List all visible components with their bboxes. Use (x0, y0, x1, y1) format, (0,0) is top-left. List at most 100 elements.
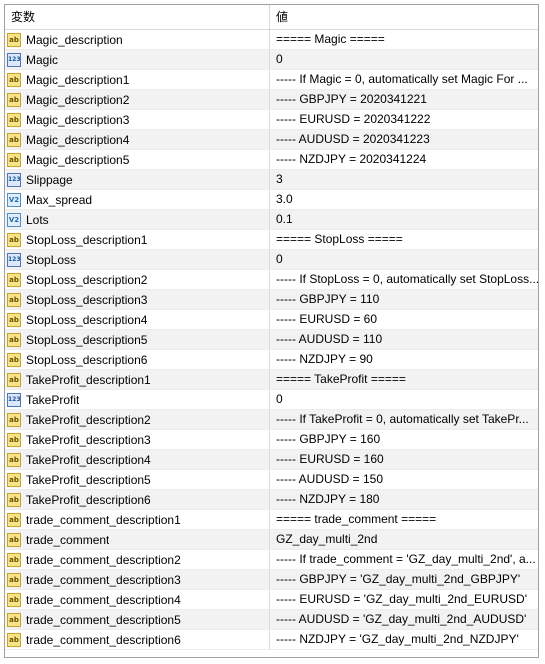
value-cell[interactable]: ----- AUDUSD = 150 (270, 470, 538, 489)
variable-cell: ab trade_comment (5, 530, 270, 549)
table-row[interactable]: ab StopLoss_description5 ----- AUDUSD = 11… (5, 330, 538, 350)
variable-cell: 123 Slippage (5, 170, 270, 189)
table-row[interactable]: ab TakeProfit_description3 ----- GBPJPY = … (5, 430, 538, 450)
variable-cell: ab trade_comment_description4 (5, 590, 270, 609)
value-cell[interactable]: ----- NZDJPY = 'GZ_day_multi_2nd_NZDJPY' (270, 630, 538, 649)
table-row[interactable]: ab StopLoss_description1 ===== StopLoss =… (5, 230, 538, 250)
table-row[interactable]: ab TakeProfit_description5 ----- AUDUSD = … (5, 470, 538, 490)
column-header-variable[interactable]: 変数 (5, 5, 270, 29)
value-cell[interactable]: 0 (270, 390, 538, 409)
value-cell[interactable]: ----- EURUSD = 2020341222 (270, 110, 538, 129)
value-cell[interactable]: ----- If Magic = 0, automatically set Ma… (270, 70, 538, 89)
value-cell[interactable]: ----- If StopLoss = 0, automatically set… (270, 270, 538, 289)
table-row[interactable]: ab trade_comment_description3 ----- GBPJPY… (5, 570, 538, 590)
string-icon: ab (7, 492, 21, 507)
variable-name: Magic (26, 52, 59, 67)
value-cell[interactable]: ----- GBPJPY = 'GZ_day_multi_2nd_GBPJPY' (270, 570, 538, 589)
variable-cell: ab StopLoss_description4 (5, 310, 270, 329)
table-row[interactable]: ab TakeProfit_description6 ----- NZDJPY = … (5, 490, 538, 510)
table-body: ab Magic_description ===== Magic ===== 123… (5, 30, 538, 650)
variable-cell: ab TakeProfit_description1 (5, 370, 270, 389)
table-row[interactable]: ab StopLoss_description3 ----- GBPJPY = 11… (5, 290, 538, 310)
variable-name: Magic_description2 (26, 92, 130, 107)
table-row[interactable]: ab trade_comment_description2 ----- If tra… (5, 550, 538, 570)
value-cell[interactable]: ----- AUDUSD = 'GZ_day_multi_2nd_AUDUSD' (270, 610, 538, 629)
variable-name: StopLoss (26, 252, 77, 267)
value-cell[interactable]: ----- If trade_comment = 'GZ_day_multi_2… (270, 550, 538, 569)
variable-name: TakeProfit_description4 (26, 452, 151, 467)
value-cell[interactable]: ----- NZDJPY = 180 (270, 490, 538, 509)
integer-icon: 123 (7, 52, 21, 67)
string-icon: ab (7, 72, 21, 87)
variable-name: Magic_description (26, 32, 123, 47)
integer-icon: 123 (7, 252, 21, 267)
table-row[interactable]: ab trade_comment_description6 ----- NZDJPY… (5, 630, 538, 650)
value-cell[interactable]: 0 (270, 50, 538, 69)
table-row[interactable]: ab StopLoss_description6 ----- NZDJPY = 90 (5, 350, 538, 370)
table-row[interactable]: ab trade_comment_description4 ----- EURUSD… (5, 590, 538, 610)
value-cell[interactable]: 0.1 (270, 210, 538, 229)
string-icon: ab (7, 112, 21, 127)
value-cell[interactable]: ----- AUDUSD = 110 (270, 330, 538, 349)
value-cell[interactable]: ----- NZDJPY = 90 (270, 350, 538, 369)
table-row[interactable]: ab StopLoss_description4 ----- EURUSD = 60 (5, 310, 538, 330)
variable-cell: ab StopLoss_description1 (5, 230, 270, 249)
table-row[interactable]: ab Magic_description ===== Magic ===== (5, 30, 538, 50)
table-row[interactable]: ab Magic_description1 ----- If Magic = 0, … (5, 70, 538, 90)
table-row[interactable]: 123 TakeProfit 0 (5, 390, 538, 410)
value-cell[interactable]: ----- EURUSD = 60 (270, 310, 538, 329)
table-row[interactable]: ab trade_comment_description1 ===== trade… (5, 510, 538, 530)
value-cell[interactable]: 0 (270, 250, 538, 269)
variable-name: trade_comment_description2 (26, 552, 181, 567)
variable-name: TakeProfit_description6 (26, 492, 151, 507)
value-cell[interactable]: ----- AUDUSD = 2020341223 (270, 130, 538, 149)
table-row[interactable]: 123 Magic 0 (5, 50, 538, 70)
table-row[interactable]: ab Magic_description3 ----- EURUSD = 20203… (5, 110, 538, 130)
variable-cell: V2 Lots (5, 210, 270, 229)
variable-cell: ab trade_comment_description2 (5, 550, 270, 569)
table-row[interactable]: ab StopLoss_description2 ----- If StopLoss… (5, 270, 538, 290)
table-row[interactable]: 123 StopLoss 0 (5, 250, 538, 270)
variable-name: TakeProfit (26, 392, 80, 407)
value-cell[interactable]: ----- EURUSD = 160 (270, 450, 538, 469)
variable-cell: ab Magic_description4 (5, 130, 270, 149)
value-cell[interactable]: ----- GBPJPY = 160 (270, 430, 538, 449)
value-cell[interactable]: ===== TakeProfit ===== (270, 370, 538, 389)
value-cell[interactable]: ----- EURUSD = 'GZ_day_multi_2nd_EURUSD' (270, 590, 538, 609)
table-row[interactable]: ab trade_comment GZ_day_multi_2nd (5, 530, 538, 550)
table-row[interactable]: ab Magic_description5 ----- NZDJPY = 20203… (5, 150, 538, 170)
column-header-value[interactable]: 値 (270, 5, 538, 29)
double-icon: V2 (7, 212, 21, 227)
variable-cell: V2 Max_spread (5, 190, 270, 209)
variable-cell: ab trade_comment_description5 (5, 610, 270, 629)
value-cell[interactable]: ----- NZDJPY = 2020341224 (270, 150, 538, 169)
value-cell[interactable]: 3.0 (270, 190, 538, 209)
variable-name: TakeProfit_description3 (26, 432, 151, 447)
value-cell[interactable]: ----- If TakeProfit = 0, automatically s… (270, 410, 538, 429)
table-row[interactable]: ab TakeProfit_description2 ----- If TakePr… (5, 410, 538, 430)
string-icon: ab (7, 472, 21, 487)
value-cell[interactable]: ----- GBPJPY = 110 (270, 290, 538, 309)
string-icon: ab (7, 572, 21, 587)
value-cell[interactable]: ===== StopLoss ===== (270, 230, 538, 249)
variable-cell: ab Magic_description3 (5, 110, 270, 129)
variable-name: trade_comment_description4 (26, 592, 181, 607)
table-row[interactable]: ab Magic_description2 ----- GBPJPY = 20203… (5, 90, 538, 110)
value-cell[interactable]: GZ_day_multi_2nd (270, 530, 538, 549)
string-icon: ab (7, 532, 21, 547)
table-row[interactable]: ab Magic_description4 ----- AUDUSD = 20203… (5, 130, 538, 150)
variable-name: StopLoss_description6 (26, 352, 148, 367)
string-icon: ab (7, 232, 21, 247)
table-row[interactable]: V2 Max_spread 3.0 (5, 190, 538, 210)
variable-cell: ab TakeProfit_description4 (5, 450, 270, 469)
value-cell[interactable]: 3 (270, 170, 538, 189)
table-row[interactable]: 123 Slippage 3 (5, 170, 538, 190)
table-row[interactable]: ab TakeProfit_description1 ===== TakeProf… (5, 370, 538, 390)
value-cell[interactable]: ----- GBPJPY = 2020341221 (270, 90, 538, 109)
value-cell[interactable]: ===== trade_comment ===== (270, 510, 538, 529)
variable-cell: ab Magic_description (5, 30, 270, 49)
table-row[interactable]: ab trade_comment_description5 ----- AUDUSD… (5, 610, 538, 630)
table-row[interactable]: ab TakeProfit_description4 ----- EURUSD = … (5, 450, 538, 470)
table-row[interactable]: V2 Lots 0.1 (5, 210, 538, 230)
value-cell[interactable]: ===== Magic ===== (270, 30, 538, 49)
